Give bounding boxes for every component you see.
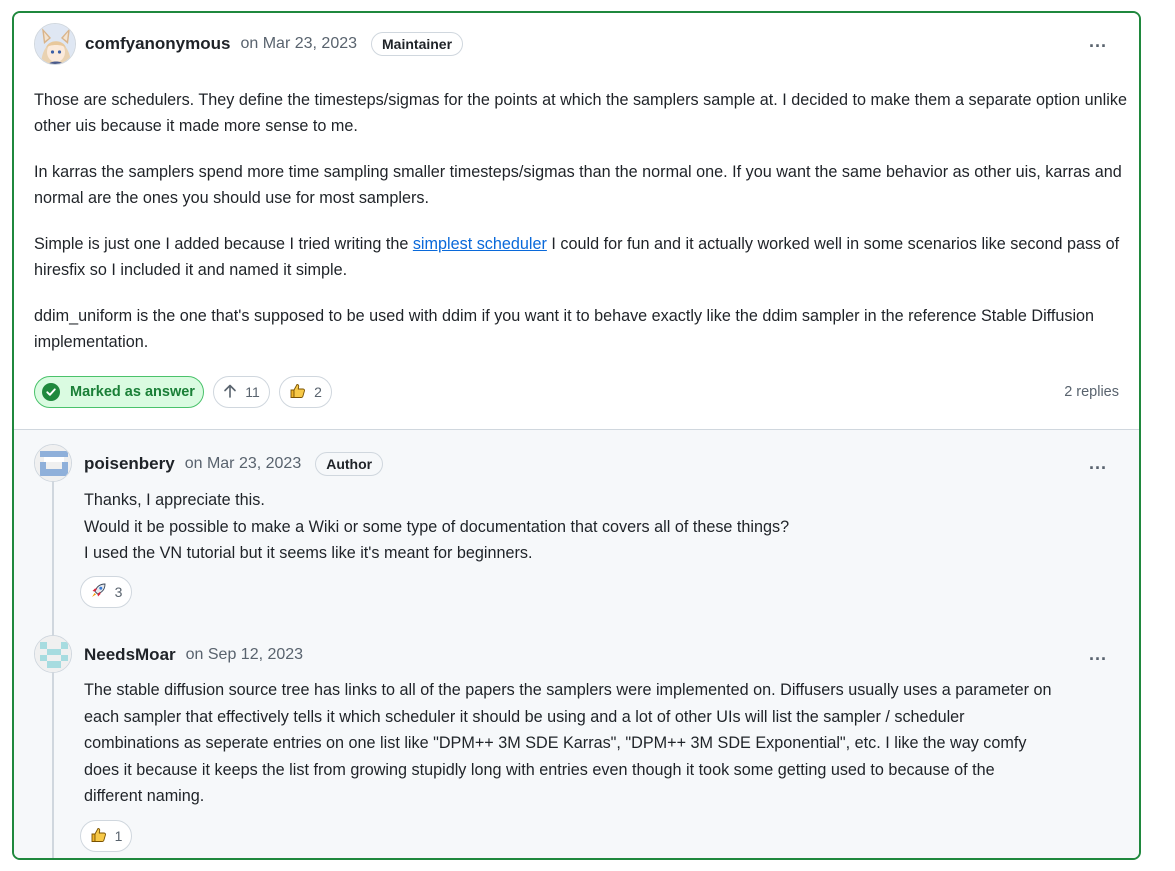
reply-body: The stable diffusion source tree has lin…	[84, 677, 1052, 810]
text-line: each sampler that effectively tells it w…	[84, 707, 965, 726]
thumbs-up-reaction-button[interactable]: 1	[80, 820, 132, 852]
text-line: different naming.	[84, 787, 205, 805]
upvote-button[interactable]: 11	[213, 376, 270, 408]
comment-header: comfyanonymous on Mar 23, 2023 Maintaine…	[85, 32, 464, 56]
main-comment: comfyanonymous on Mar 23, 2023 Maintaine…	[14, 13, 1139, 429]
reply-body: Thanks, I appreciate this. Would it be p…	[84, 487, 789, 567]
text-line: I used the VN tutorial but it seems like…	[84, 544, 533, 562]
paragraph: In karras the samplers spend more time s…	[34, 163, 1122, 207]
more-options-icon[interactable]: ...	[1089, 644, 1107, 665]
replies-section: poisenbery on Mar 23, 2023 Author ... Th…	[14, 429, 1139, 858]
thumbs-up-reaction-button[interactable]: 2	[279, 376, 332, 408]
comment-body: Those are schedulers. They define the ti…	[34, 87, 1129, 375]
author-badge: Author	[315, 452, 384, 476]
rocket-icon	[90, 582, 107, 602]
thumbs-up-icon	[90, 826, 107, 846]
replies-count[interactable]: 2 replies	[1064, 384, 1119, 400]
arrow-up-icon	[223, 383, 237, 402]
more-options-icon[interactable]: ...	[1089, 453, 1107, 474]
marked-as-answer-label: Marked as answer	[70, 384, 195, 400]
text-line: does it because it keeps the list from g…	[84, 760, 995, 779]
rocket-reaction-button[interactable]: 3	[80, 576, 132, 608]
text-line: The stable diffusion source tree has lin…	[84, 681, 1052, 699]
avatar[interactable]	[34, 444, 72, 482]
comment-date[interactable]: on Sep 12, 2023	[186, 646, 303, 664]
comment-header: NeedsMoar on Sep 12, 2023	[84, 643, 303, 667]
simplest-scheduler-link[interactable]: simplest scheduler	[413, 235, 547, 253]
maintainer-badge: Maintainer	[371, 32, 464, 56]
comment-date[interactable]: on Mar 23, 2023	[240, 35, 357, 53]
reaction-count: 1	[114, 828, 123, 844]
discussion-comment-card: comfyanonymous on Mar 23, 2023 Maintaine…	[12, 11, 1141, 860]
text-line: Thanks, I appreciate this.	[84, 491, 265, 509]
author-name[interactable]: poisenbery	[84, 454, 175, 474]
upvote-count: 11	[245, 384, 260, 400]
more-options-icon[interactable]: ...	[1089, 31, 1107, 52]
comment-header: poisenbery on Mar 23, 2023 Author	[84, 452, 384, 476]
author-name[interactable]: NeedsMoar	[84, 645, 176, 665]
comment-date[interactable]: on Mar 23, 2023	[185, 455, 302, 473]
avatar[interactable]	[34, 23, 76, 65]
check-circle-icon	[42, 383, 60, 401]
reaction-count: 3	[114, 584, 123, 600]
thumbs-up-count: 2	[314, 384, 322, 400]
author-name[interactable]: comfyanonymous	[85, 34, 230, 54]
paragraph: ddim_uniform is the one that's supposed …	[34, 307, 1095, 351]
paragraph: Those are schedulers. They define the ti…	[34, 91, 1127, 135]
paragraph: Simple is just one I added because I tri…	[34, 235, 1120, 279]
thumbs-up-icon	[289, 382, 306, 402]
marked-as-answer-badge[interactable]: Marked as answer	[34, 376, 204, 408]
text-line: Would it be possible to make a Wiki or s…	[84, 517, 790, 536]
avatar[interactable]	[34, 635, 72, 673]
text-line: combinations as seperate entries on one …	[84, 734, 1027, 752]
